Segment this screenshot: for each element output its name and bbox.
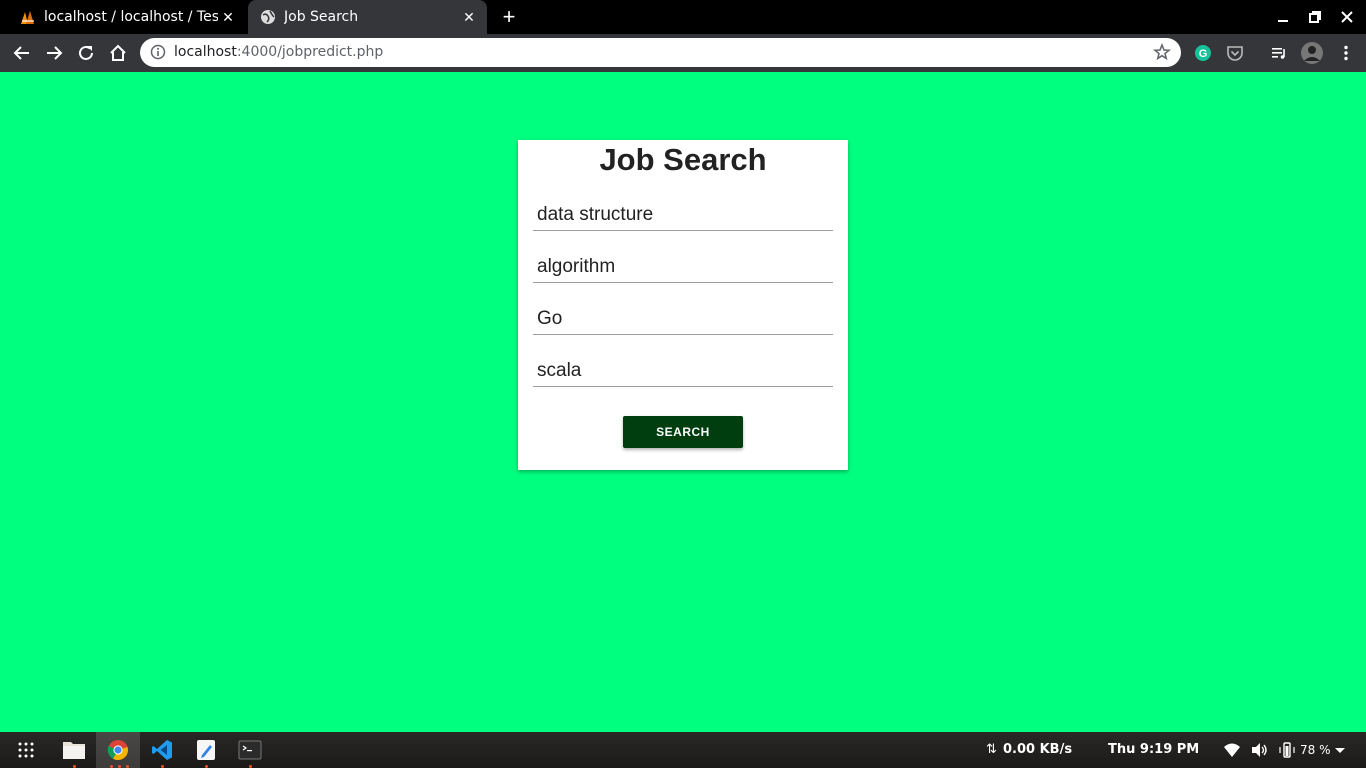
keyword-field-4 [533, 357, 833, 387]
avatar[interactable] [1300, 41, 1324, 65]
reload-icon[interactable] [75, 42, 97, 64]
keyword-input-3[interactable] [533, 305, 833, 333]
new-tab-button[interactable]: + [498, 4, 520, 29]
forward-icon[interactable] [43, 42, 65, 64]
keyword-input-4[interactable] [533, 357, 833, 385]
close-icon[interactable]: ✕ [218, 7, 238, 27]
url-host: localhost [174, 44, 237, 60]
svg-text:G: G [1199, 48, 1208, 60]
pocket-icon[interactable] [1225, 43, 1245, 63]
back-icon[interactable] [11, 42, 33, 64]
restore-icon[interactable] [1306, 8, 1324, 26]
taskbar: ⇅ 0.00 KB/s Thu 9:19 PM 78 % [0, 732, 1366, 768]
volume-icon[interactable] [1245, 736, 1273, 764]
url-text: localhost:4000/jobpredict.php [174, 44, 383, 60]
media-playlist-icon[interactable] [1269, 43, 1289, 63]
keyword-input-2[interactable] [533, 253, 833, 281]
vscode-icon[interactable] [148, 736, 176, 764]
battery-icon[interactable] [1273, 736, 1301, 764]
address-bar[interactable]: localhost:4000/jobpredict.php [140, 38, 1181, 67]
minimize-icon[interactable] [1274, 8, 1292, 26]
terminal-icon[interactable] [236, 736, 264, 764]
url-path: :4000/jobpredict.php [236, 44, 384, 60]
tab-title: Job Search [284, 9, 359, 25]
close-window-icon[interactable] [1338, 8, 1356, 26]
close-icon[interactable]: ✕ [459, 7, 479, 27]
keyword-field-3 [533, 305, 833, 335]
bookmark-star-icon[interactable] [1153, 42, 1171, 61]
app-grid-icon[interactable] [12, 736, 40, 764]
keyword-input-1[interactable] [533, 201, 833, 229]
tab-strip: localhost / localhost / Tes ✕ Job Search… [0, 0, 1366, 34]
tab-title: localhost / localhost / Tes [44, 9, 218, 25]
wifi-icon[interactable] [1218, 736, 1246, 764]
info-icon[interactable] [150, 44, 166, 60]
network-speed: 0.00 KB/s [1003, 742, 1073, 757]
files-icon[interactable] [60, 736, 88, 764]
tab-phpmyadmin[interactable]: localhost / localhost / Tes ✕ [8, 0, 246, 34]
clock[interactable]: Thu 9:19 PM [1108, 742, 1199, 757]
home-icon[interactable] [107, 42, 129, 64]
text-editor-icon[interactable] [192, 736, 220, 764]
keyword-field-2 [533, 253, 833, 283]
tab-job-search[interactable]: Job Search ✕ [248, 0, 487, 34]
browser-toolbar: localhost:4000/jobpredict.php G [0, 34, 1366, 72]
chevron-down-icon[interactable] [1326, 736, 1354, 764]
globe-icon [260, 9, 276, 25]
chrome-icon[interactable] [104, 736, 132, 764]
grammarly-icon[interactable]: G [1193, 43, 1213, 63]
phpmyadmin-icon [20, 9, 36, 25]
job-search-form: Job Search SEARCH [518, 140, 848, 470]
menu-icon[interactable] [1336, 43, 1356, 63]
page-title: Job Search [599, 142, 767, 177]
keyword-field-1 [533, 201, 833, 231]
network-arrows-icon: ⇅ [986, 742, 997, 757]
search-button[interactable]: SEARCH [623, 416, 743, 448]
